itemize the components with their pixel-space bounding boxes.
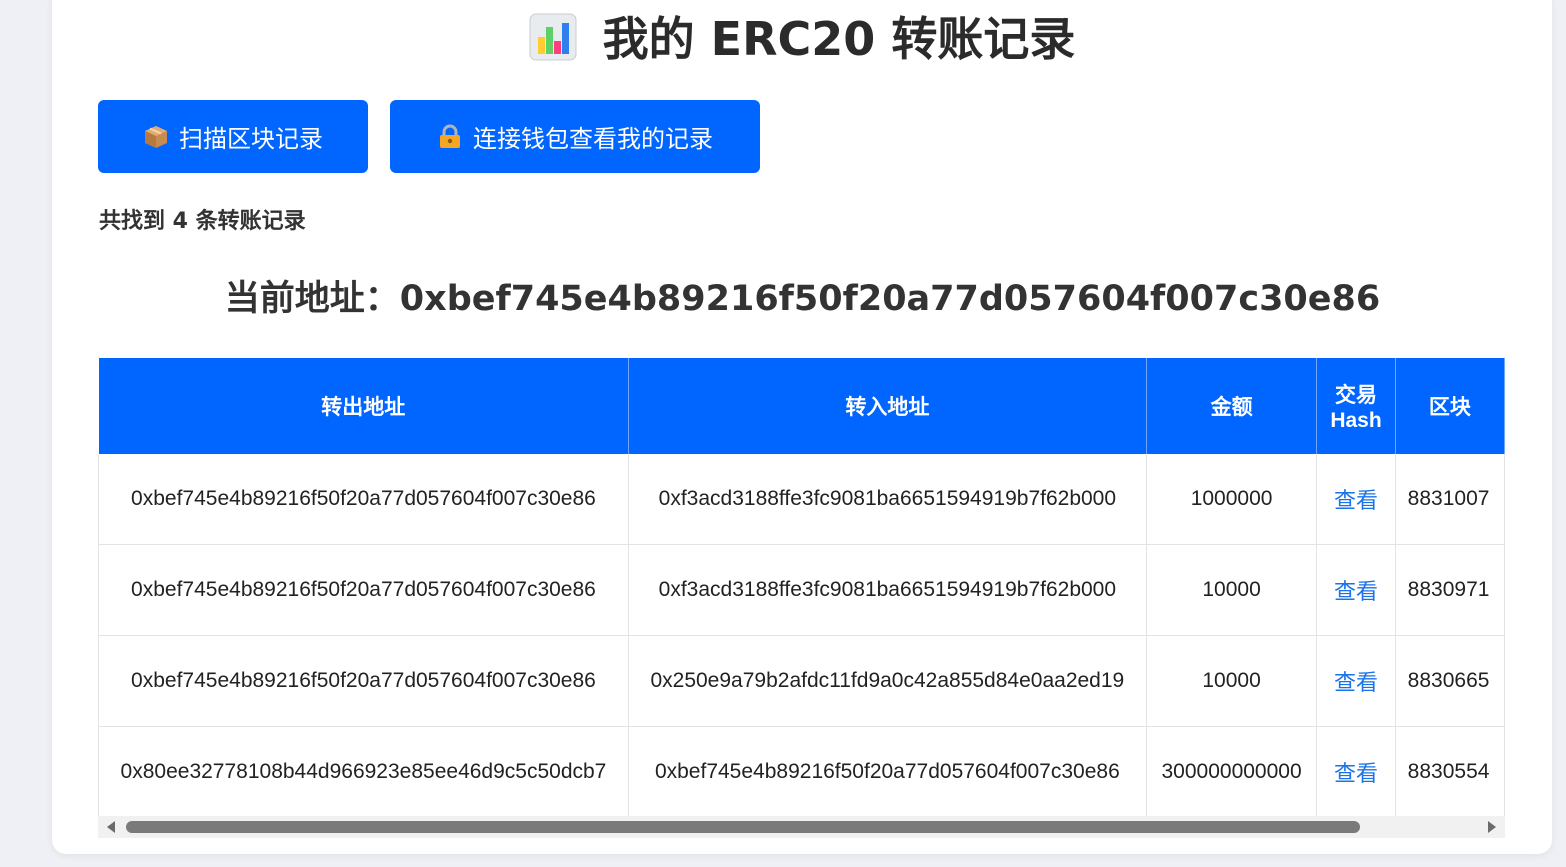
view-hash-link[interactable]: 查看 — [1316, 726, 1396, 816]
transfers-table-container: 转出地址 转入地址 金额 交易 Hash 区块 0xbef745e4b89216… — [98, 358, 1505, 816]
table-row: 0xbef745e4b89216f50f20a77d057604f007c30e… — [98, 544, 1505, 636]
record-count: 共找到 4 条转账记录 — [99, 209, 306, 234]
cell-to: 0x250e9a79b2afdc11fd9a0c42a855d84e0aa2ed… — [628, 635, 1147, 727]
cell-from: 0x80ee32778108b44d966923e85ee46d9c5c50dc… — [98, 726, 629, 816]
cell-block: 8830971 — [1395, 544, 1505, 636]
cell-amount: 300000000000 — [1146, 726, 1318, 816]
cell-block: 8830665 — [1395, 635, 1505, 727]
current-address: 当前地址：0xbef745e4b89216f50f20a77d057604f00… — [224, 279, 1381, 319]
scan-blocks-button[interactable]: 扫描区块记录 — [98, 100, 368, 173]
cell-amount: 10000 — [1146, 635, 1318, 727]
bar-chart-icon — [529, 13, 577, 61]
col-header-hash: 交易 Hash — [1316, 358, 1396, 454]
table-row: 0xbef745e4b89216f50f20a77d057604f007c30e… — [98, 454, 1505, 545]
view-hash-link[interactable]: 查看 — [1316, 635, 1396, 727]
table-row: 0x80ee32778108b44d966923e85ee46d9c5c50dc… — [98, 726, 1505, 816]
table-header-row: 转出地址 转入地址 金额 交易 Hash 区块 — [98, 358, 1505, 454]
cell-from: 0xbef745e4b89216f50f20a77d057604f007c30e… — [98, 454, 629, 545]
col-header-block: 区块 — [1395, 358, 1505, 454]
cell-amount: 10000 — [1146, 544, 1318, 636]
scan-blocks-label: 扫描区块记录 — [179, 125, 323, 153]
scroll-right-arrow-icon[interactable] — [1488, 821, 1496, 833]
table-row: 0xbef745e4b89216f50f20a77d057604f007c30e… — [98, 635, 1505, 727]
col-header-amount: 金额 — [1146, 358, 1318, 454]
cell-to: 0xf3acd3188ffe3fc9081ba6651594919b7f62b0… — [628, 454, 1147, 545]
col-header-to: 转入地址 — [628, 358, 1147, 454]
view-hash-link[interactable]: 查看 — [1316, 544, 1396, 636]
view-hash-link[interactable]: 查看 — [1316, 454, 1396, 545]
package-icon — [145, 125, 167, 148]
page-title: 我的 ERC20 转账记录 — [52, 10, 1552, 68]
scroll-left-arrow-icon[interactable] — [107, 821, 115, 833]
cell-block: 8830554 — [1395, 726, 1505, 816]
connect-wallet-button[interactable]: 连接钱包查看我的记录 — [390, 100, 760, 173]
lock-icon — [440, 124, 460, 148]
cell-to: 0xbef745e4b89216f50f20a77d057604f007c30e… — [628, 726, 1147, 816]
scrollbar-thumb[interactable] — [126, 821, 1360, 833]
cell-amount: 1000000 — [1146, 454, 1318, 545]
table-horizontal-scrollbar[interactable] — [98, 816, 1505, 838]
col-header-from: 转出地址 — [98, 358, 629, 454]
cell-from: 0xbef745e4b89216f50f20a77d057604f007c30e… — [98, 544, 629, 636]
cell-block: 8831007 — [1395, 454, 1505, 545]
connect-wallet-label: 连接钱包查看我的记录 — [473, 125, 713, 153]
page-title-text: 我的 ERC20 转账记录 — [602, 12, 1076, 66]
transfers-table: 转出地址 转入地址 金额 交易 Hash 区块 0xbef745e4b89216… — [98, 358, 1505, 816]
cell-from: 0xbef745e4b89216f50f20a77d057604f007c30e… — [98, 635, 629, 727]
cell-to: 0xf3acd3188ffe3fc9081ba6651594919b7f62b0… — [628, 544, 1147, 636]
